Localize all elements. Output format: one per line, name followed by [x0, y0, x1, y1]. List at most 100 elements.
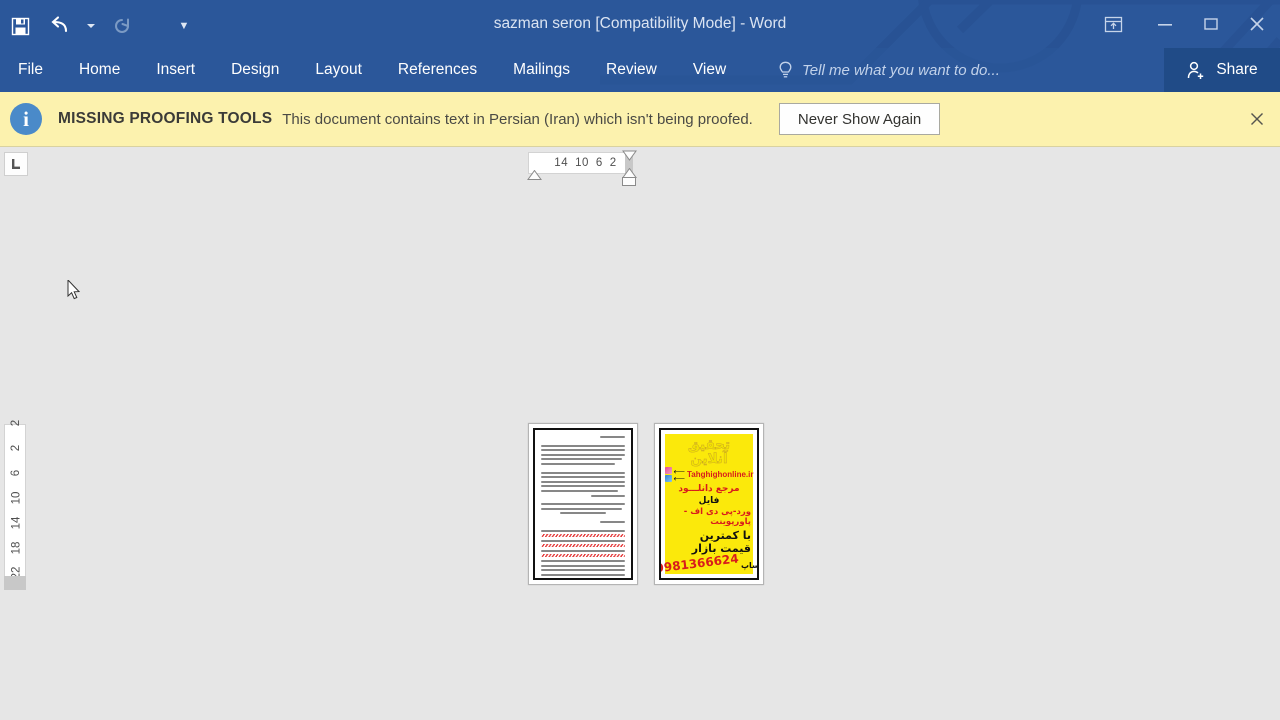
text-line — [541, 573, 625, 576]
never-show-again-button[interactable]: Never Show Again — [778, 103, 941, 135]
tab-layout[interactable]: Layout — [315, 48, 362, 92]
flyer-line-4: ورد-پی دی اف - پاورپوینت — [683, 507, 751, 527]
flyer-line-5: با کمترین قیمت بازار — [691, 529, 751, 555]
text-line — [541, 480, 625, 483]
document-page-1[interactable] — [528, 423, 638, 585]
tab-insert[interactable]: Insert — [156, 48, 195, 92]
text-line — [541, 564, 625, 567]
quick-access-toolbar: ▼ — [0, 0, 204, 48]
text-line-misspelled — [541, 544, 625, 548]
text-line — [599, 520, 625, 523]
hanging-indent-marker-top[interactable] — [622, 150, 637, 161]
page-thumbnails: تحقیق آنلاین Tahghighonline.ir ⟵ ⟵ مرجع د… — [528, 423, 764, 585]
text-line — [541, 507, 622, 510]
text-line — [541, 476, 625, 479]
text-line — [541, 453, 625, 456]
share-person-icon — [1188, 61, 1204, 79]
restore-icon[interactable] — [1188, 0, 1234, 48]
text-line — [541, 569, 625, 572]
text-line — [591, 494, 625, 497]
text-line — [541, 489, 619, 492]
text-line-misspelled — [541, 554, 625, 558]
save-icon[interactable] — [0, 6, 40, 46]
text-line — [541, 539, 625, 542]
tab-home[interactable]: Home — [79, 48, 120, 92]
text-line — [541, 444, 625, 447]
close-icon[interactable] — [1234, 0, 1280, 48]
flyer-website-url: Tahghighonline.ir — [686, 470, 754, 479]
undo-icon[interactable] — [40, 6, 80, 46]
advertisement-flyer: تحقیق آنلاین Tahghighonline.ir ⟵ ⟵ مرجع د… — [661, 434, 757, 577]
hruler-tick-6: 6 — [595, 157, 603, 169]
text-line — [599, 436, 625, 438]
flyer-url-row: Tahghighonline.ir ⟵ ⟵ — [664, 467, 754, 482]
vruler-tick-10: 10 — [9, 491, 22, 505]
page-1-content — [533, 428, 633, 580]
infobar-title: MISSING PROOFING TOOLS — [58, 110, 273, 127]
window-controls — [1084, 0, 1280, 48]
vruler-tick-18: 18 — [9, 541, 22, 555]
hruler-tick-14: 14 — [554, 157, 569, 169]
flyer-phone-number: 09981366624 — [659, 551, 740, 577]
flyer-logo-text: تحقیق آنلاین — [687, 437, 731, 467]
text-line — [541, 578, 625, 580]
vruler-tick-2b: 2 — [10, 444, 22, 452]
first-line-indent-marker[interactable] — [527, 170, 542, 181]
vertical-ruler[interactable]: 22 18 14 10 6 2 2 — [4, 420, 26, 584]
text-line — [541, 471, 625, 474]
tab-review[interactable]: Review — [606, 48, 657, 92]
share-button[interactable]: Share — [1164, 48, 1280, 92]
info-icon: i — [10, 103, 42, 135]
text-line — [559, 512, 607, 515]
mouse-cursor — [67, 280, 81, 300]
share-label: Share — [1216, 61, 1258, 78]
flyer-line-3: فایل — [698, 496, 720, 506]
document-page-2[interactable]: تحقیق آنلاین Tahghighonline.ir ⟵ ⟵ مرجع د… — [654, 423, 764, 585]
tab-design[interactable]: Design — [231, 48, 279, 92]
lightbulb-icon — [779, 61, 792, 77]
text-line — [541, 449, 625, 452]
undo-dropdown-icon[interactable] — [80, 6, 102, 46]
title-bar: ▼ sazman seron [Compatibility Mode] - Wo… — [0, 0, 1280, 48]
ribbon-display-options-icon[interactable] — [1084, 0, 1142, 48]
text-line-misspelled — [541, 534, 625, 538]
flyer-line-2: مرجع دانلـــود — [678, 484, 740, 494]
infobar-close-icon[interactable] — [1244, 106, 1270, 132]
browser-app-icon — [664, 475, 672, 482]
text-line — [541, 485, 625, 488]
ribbon-tab-bar: File Home Insert Design Layout Reference… — [0, 48, 1280, 92]
minimize-icon[interactable] — [1142, 0, 1188, 48]
customize-qat-icon[interactable]: ▼ — [164, 6, 204, 46]
infobar-message: This document contains text in Persian (… — [282, 110, 753, 128]
redo-icon[interactable] — [102, 6, 142, 46]
photo-app-icon — [664, 467, 672, 474]
flyer-app-icons — [664, 467, 672, 482]
hruler-tick-2: 2 — [609, 157, 617, 169]
ribbon-tabs: File Home Insert Design Layout Reference… — [18, 48, 762, 92]
text-line — [541, 462, 615, 465]
missing-proofing-tools-bar: i MISSING PROOFING TOOLS This document c… — [0, 92, 1280, 147]
tab-stop-selector[interactable] — [4, 152, 28, 176]
flyer-contact-row: واتساپ 09981366624 — [661, 551, 757, 576]
left-tab-stop-icon — [12, 159, 20, 169]
vruler-tick-14: 14 — [9, 516, 22, 530]
horizontal-ruler[interactable]: 14 10 6 2 — [528, 152, 633, 174]
text-line — [541, 503, 625, 506]
tell-me-placeholder: Tell me what you want to do... — [802, 61, 1000, 79]
text-line — [541, 458, 622, 461]
tab-mailings[interactable]: Mailings — [513, 48, 570, 92]
page-2-content: تحقیق آنلاین Tahghighonline.ir ⟵ ⟵ مرجع د… — [659, 428, 759, 580]
vruler-bottom-margin — [4, 576, 26, 590]
tell-me-search[interactable]: Tell me what you want to do... — [778, 48, 1000, 92]
tab-references[interactable]: References — [398, 48, 477, 92]
vruler-tick-6: 6 — [10, 469, 22, 477]
left-indent-marker[interactable] — [622, 177, 636, 186]
text-line — [541, 560, 625, 563]
vruler-tick-2a: 2 — [10, 419, 22, 427]
word-window: ▼ sazman seron [Compatibility Mode] - Wo… — [0, 0, 1280, 720]
tab-file[interactable]: File — [18, 48, 43, 92]
flyer-whatsapp-label: واتساپ — [740, 561, 759, 570]
tab-view[interactable]: View — [693, 48, 726, 92]
